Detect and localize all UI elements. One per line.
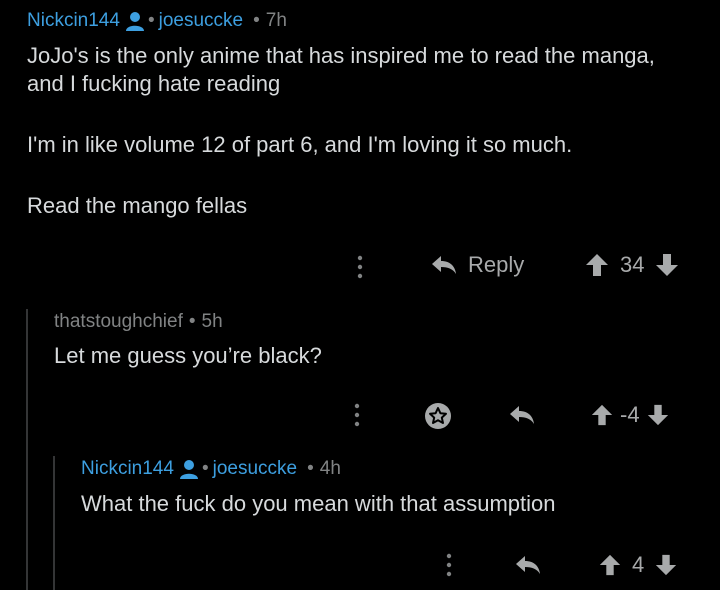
vote-controls: -4 <box>590 402 670 428</box>
reply-arrow-icon <box>516 556 540 574</box>
vote-controls: 34 <box>584 252 680 278</box>
reply-button[interactable] <box>514 553 542 577</box>
comment-author-link[interactable]: Nickcin144 <box>81 458 174 480</box>
more-options-button[interactable] <box>441 552 457 578</box>
meta-separator: • <box>147 10 155 31</box>
downvote-arrow-icon[interactable] <box>646 403 670 427</box>
award-icon <box>425 403 451 429</box>
downvote-arrow-icon[interactable] <box>654 252 680 278</box>
thread-line[interactable] <box>26 309 28 590</box>
meta-separator: • <box>201 458 209 479</box>
more-options-button[interactable] <box>352 254 368 280</box>
comment-body: What the fuck do you mean with that assu… <box>81 490 701 518</box>
op-person-icon <box>124 10 146 32</box>
vote-score: 34 <box>620 252 645 277</box>
kebab-menu-icon <box>354 403 360 427</box>
comment-paragraph: I'm in like volume 12 of part 6, and I'm… <box>27 132 573 157</box>
comment-paragraph: JoJo's is the only anime that has inspir… <box>27 43 655 96</box>
upvote-arrow-icon[interactable] <box>584 252 610 278</box>
meta-separator: • <box>188 311 196 332</box>
meta-separator: • <box>253 10 260 31</box>
user-flair: joesuccke <box>158 10 244 31</box>
comment-body: Let me guess you’re black? <box>54 342 674 370</box>
kebab-menu-icon <box>357 255 363 279</box>
comment-3-meta: Nickcin144 • joesuccke • 4h <box>81 458 341 480</box>
vote-score: 4 <box>632 552 645 577</box>
vote-controls: 4 <box>598 552 678 578</box>
more-options-button[interactable] <box>349 402 365 428</box>
comment-paragraph: Let me guess you’re black? <box>54 343 322 368</box>
reply-button[interactable] <box>508 403 536 427</box>
kebab-menu-icon <box>446 553 452 577</box>
comment-paragraph: What the fuck do you mean with that assu… <box>81 491 556 516</box>
reply-arrow-icon <box>432 256 456 274</box>
reply-arrow-icon <box>510 406 534 424</box>
thread-line[interactable] <box>53 456 55 590</box>
user-flair: joesuccke <box>212 458 298 479</box>
comment-author-link[interactable]: Nickcin144 <box>27 10 120 32</box>
reply-button[interactable]: Reply <box>430 252 524 278</box>
comment-paragraph: Read the mango fellas <box>27 193 248 218</box>
comment-age: 4h <box>319 458 341 479</box>
meta-separator: • <box>307 458 314 479</box>
comment-1-meta: Nickcin144 • joesuccke • 7h <box>27 10 287 32</box>
comment-author-link[interactable]: thatstoughchief <box>54 311 183 333</box>
upvote-arrow-icon[interactable] <box>590 403 614 427</box>
reply-label: Reply <box>468 252 525 277</box>
comment-body: JoJo's is the only anime that has inspir… <box>27 42 667 220</box>
upvote-arrow-icon[interactable] <box>598 553 622 577</box>
op-person-icon <box>178 458 200 480</box>
comment-age: 7h <box>265 10 287 31</box>
comment-age: 5h <box>201 311 223 332</box>
comment-2-meta: thatstoughchief • 5h <box>54 311 223 333</box>
vote-score: -4 <box>620 402 640 427</box>
downvote-arrow-icon[interactable] <box>654 553 678 577</box>
award-button[interactable] <box>424 402 452 430</box>
